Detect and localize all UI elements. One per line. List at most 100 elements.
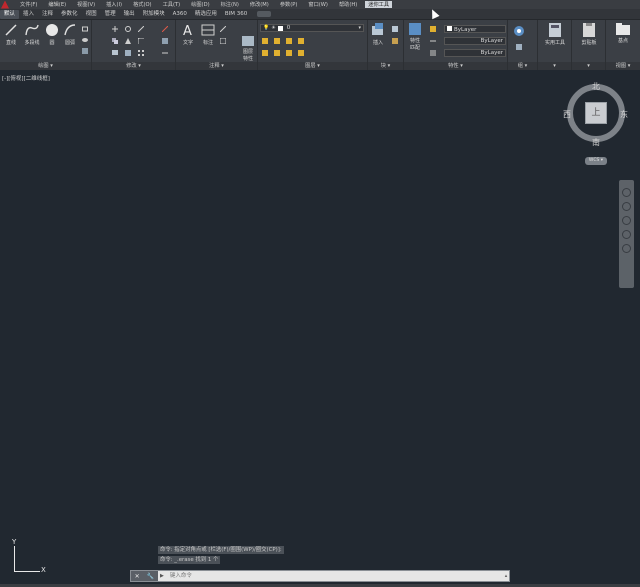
ungroup-icon[interactable] [516,44,522,50]
close-icon[interactable]: ✕ [135,573,140,580]
utilities-tool[interactable]: 实用工具 [540,23,570,46]
menu-insert[interactable]: 插入(I) [106,1,122,8]
layer-freeze-tool-icon[interactable] [286,38,292,44]
application-logo-icon[interactable] [1,0,9,9]
wrench-icon[interactable]: 🔧 [147,573,154,580]
layer-dropdown[interactable]: 💡 ☀ 0 ▾ [260,24,364,32]
erase-icon[interactable] [162,26,168,32]
menu-help[interactable]: 帮助(H) [339,1,357,8]
ellipse-icon[interactable] [82,37,88,43]
layer-unisolate-icon[interactable] [286,50,292,56]
color-palette-icon[interactable] [430,26,436,32]
command-input[interactable] [165,571,503,581]
tab-bim360[interactable]: BIM 360 [221,10,251,19]
tab-manage[interactable]: 管理 [101,10,120,19]
wcs-menu[interactable]: WCS ▾ [585,157,607,165]
tab-view[interactable]: 视图 [82,10,101,19]
linetype-icon[interactable] [430,38,436,44]
insert-block-tool[interactable]: 插入 [370,23,386,46]
circle-tool[interactable]: 圆 [44,23,60,46]
compass-east[interactable]: 东 [620,109,628,120]
layer-on-tool-icon[interactable] [298,50,304,56]
scale-icon[interactable] [125,50,131,56]
linetype-dropdown[interactable]: ByLayer [444,37,506,45]
viewport-controls-label[interactable]: [-][俯视][二维线框] [2,74,50,82]
polyline-tool[interactable]: 多段线 [21,23,43,46]
panel-annotation-title[interactable]: 注释 ▾ [176,62,257,70]
layer-previous-icon[interactable] [274,50,280,56]
panel-block-title[interactable]: 块 ▾ [368,62,403,70]
menu-mini-tools[interactable]: 迷你工具 [365,1,393,8]
tab-a360[interactable]: A360 [169,10,191,19]
panel-properties-title[interactable]: 特性 ▾ [404,62,507,70]
clipboard-tool[interactable]: 剪贴板 [574,23,604,46]
fillet-icon[interactable] [138,38,144,44]
menu-window[interactable]: 窗口(W) [308,1,328,8]
text-tool[interactable]: A 文字 [180,23,196,46]
list-icon[interactable] [430,50,436,56]
base-point-tool[interactable]: 基点 [608,23,638,44]
move-icon[interactable] [112,26,118,32]
panel-layers-title[interactable]: 图层 ▾ [258,62,367,70]
menu-tools[interactable]: 工具(T) [163,1,181,8]
pan-icon[interactable] [622,202,631,211]
offset-icon[interactable] [162,50,168,56]
menu-file[interactable]: 文件(F) [20,1,37,8]
arc-tool[interactable]: 圆弧 [62,23,78,46]
mirror-icon[interactable] [125,38,131,44]
tab-parametric[interactable]: 参数化 [57,10,82,19]
layer-match-icon[interactable] [262,50,268,56]
hatch-icon[interactable] [82,48,88,54]
orbit-icon[interactable] [622,230,631,239]
compass-west[interactable]: 西 [563,109,571,120]
menu-modify[interactable]: 修改(M) [250,1,269,8]
tab-featured-apps[interactable]: 精选应用 [191,10,221,19]
rotate-icon[interactable] [125,26,131,32]
match-properties-tool[interactable]: 特性 匹配 [406,23,424,51]
menu-view[interactable]: 视图(V) [77,1,95,8]
viewcube[interactable]: 上 北 南 东 西 [563,81,628,147]
panel-modify-title[interactable]: 修改 ▾ [92,62,175,70]
showmotion-icon[interactable] [622,244,631,253]
stretch-icon[interactable] [112,50,118,56]
dimension-tool[interactable]: 标注 [200,23,216,46]
trim-icon[interactable] [138,26,144,32]
menu-draw[interactable]: 绘图(D) [191,1,209,8]
tab-insert[interactable]: 插入 [19,10,38,19]
copy-icon[interactable] [112,38,118,44]
layer-properties-tool[interactable]: 图层 特性 [240,36,256,62]
menu-edit[interactable]: 编辑(E) [48,1,66,8]
rectangle-icon[interactable] [82,26,88,32]
tab-annotate[interactable]: 注释 [38,10,57,19]
menu-dimension[interactable]: 标注(N) [221,1,239,8]
tab-addins[interactable]: 附加模块 [139,10,169,19]
chevron-up-icon[interactable]: ▴ [503,571,509,581]
lineweight-dropdown[interactable]: ByLayer [444,49,506,57]
ribbon-minimize-toggle[interactable] [257,11,272,17]
panel-draw-title[interactable]: 绘图 ▾ [0,62,91,70]
layer-off-icon[interactable] [274,38,280,44]
layer-lock-icon[interactable] [298,38,304,44]
menu-parametric[interactable]: 参数(P) [280,1,298,8]
viewcube-top-face[interactable]: 上 [585,102,607,124]
panel-utilities-title[interactable]: ▾ [538,62,571,70]
table-icon[interactable] [220,38,226,44]
panel-clipboard-title[interactable]: ▾ [572,62,605,70]
command-prompt-icon[interactable]: ▶ [158,573,166,579]
array-icon[interactable] [138,50,144,56]
tab-default[interactable]: 默认 [0,9,20,19]
layer-isolate-icon[interactable] [262,38,268,44]
edit-block-icon[interactable] [392,38,398,44]
panel-view-title[interactable]: 视图 ▾ [606,62,640,70]
create-block-icon[interactable] [392,26,398,32]
zoom-extents-icon[interactable] [622,216,631,225]
color-dropdown[interactable]: ByLayer [444,25,506,33]
panel-groups-title[interactable]: 组 ▾ [508,62,537,70]
compass-north[interactable]: 北 [592,81,600,92]
steering-wheel-icon[interactable] [622,188,631,197]
explode-icon[interactable] [162,38,168,44]
compass-south[interactable]: 南 [592,137,600,148]
group-icon[interactable] [512,24,526,38]
tab-output[interactable]: 输出 [120,10,139,19]
line-tool[interactable]: 直线 [3,23,19,46]
